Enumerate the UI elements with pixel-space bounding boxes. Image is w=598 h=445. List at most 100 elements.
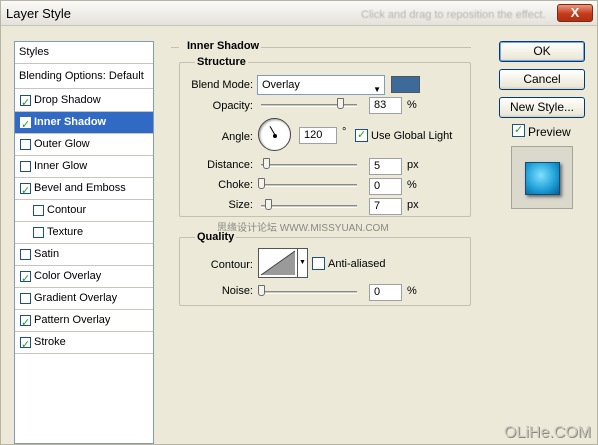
opacity-slider-thumb[interactable] — [336, 98, 344, 109]
style-item-label: Bevel and Emboss — [34, 182, 126, 194]
distance-slider-track[interactable] — [261, 164, 357, 167]
noise-slider-thumb[interactable] — [258, 285, 265, 296]
styles-header[interactable]: Styles — [15, 42, 153, 64]
style-item-pattern-overlay[interactable]: Pattern Overlay — [15, 310, 153, 334]
angle-dial[interactable] — [258, 118, 291, 151]
style-item-label: Outer Glow — [34, 138, 90, 150]
panel-title-line-left — [171, 47, 179, 48]
distance-value: 5 — [374, 160, 381, 172]
preview-thumbnail — [525, 162, 560, 195]
style-item-checkbox[interactable] — [20, 335, 31, 356]
styles-list: Styles Blending Options: Default Drop Sh… — [14, 41, 154, 444]
style-item-checkbox[interactable] — [33, 205, 44, 216]
noise-unit: % — [407, 285, 417, 297]
distance-label: Distance: — [207, 159, 253, 171]
close-icon: X — [570, 5, 580, 20]
style-item-checkbox[interactable] — [20, 181, 31, 202]
new-style-button[interactable]: New Style... — [499, 97, 585, 118]
style-item-checkbox[interactable] — [20, 293, 31, 304]
ok-button[interactable]: OK — [499, 41, 585, 62]
style-item-checkbox[interactable] — [20, 313, 31, 334]
blend-mode-label: Blend Mode: — [191, 79, 253, 91]
opacity-label: Opacity: — [212, 100, 253, 112]
distance-slider-thumb[interactable] — [263, 158, 270, 169]
noise-value: 0 — [374, 286, 381, 298]
shadow-color-swatch[interactable] — [391, 76, 420, 93]
size-value: 7 — [374, 200, 381, 212]
panel-title-line-right — [261, 47, 471, 48]
blend-mode-select[interactable]: Overlay ▼ — [257, 75, 385, 95]
style-item-drop-shadow[interactable]: Drop Shadow — [15, 90, 153, 114]
style-item-texture[interactable]: Texture — [15, 222, 153, 244]
style-item-label: Contour — [47, 204, 87, 216]
quality-title: Quality — [195, 231, 237, 243]
angle-dial-center — [273, 134, 277, 138]
choke-slider-track[interactable] — [261, 184, 357, 187]
dialog-title: Layer Style — [6, 6, 72, 21]
opacity-value: 83 — [374, 99, 387, 111]
size-slider-track[interactable] — [261, 205, 357, 208]
choke-input[interactable]: 0 — [369, 178, 402, 195]
style-item-label: Drop Shadow — [34, 94, 101, 106]
styles-header-label: Styles — [19, 46, 49, 58]
preview-label: Preview — [528, 125, 571, 139]
style-item-label: Pattern Overlay — [34, 314, 111, 326]
choke-unit: % — [407, 179, 417, 191]
watermark-text: 思缘设计论坛 WWW.MISSYUAN.COM — [217, 223, 389, 234]
style-item-outer-glow[interactable]: Outer Glow — [15, 134, 153, 156]
angle-label: Angle: — [221, 131, 253, 143]
style-item-contour[interactable]: Contour — [15, 200, 153, 222]
style-item-label: Stroke — [34, 336, 66, 348]
style-item-checkbox[interactable] — [33, 227, 44, 238]
style-item-satin[interactable]: Satin — [15, 244, 153, 266]
chevron-down-icon: ▼ — [299, 259, 306, 266]
noise-slider-track[interactable] — [261, 291, 357, 294]
title-bar[interactable]: Layer Style Click and drag to reposition… — [1, 1, 597, 26]
style-item-gradient-overlay[interactable]: Gradient Overlay — [15, 288, 153, 310]
style-item-checkbox[interactable] — [20, 249, 31, 260]
size-unit: px — [407, 199, 419, 211]
noise-input[interactable]: 0 — [369, 284, 402, 301]
size-slider-thumb[interactable] — [265, 199, 272, 210]
style-preview — [511, 146, 573, 209]
use-global-light-checkbox[interactable] — [355, 128, 368, 142]
style-item-label: Inner Glow — [34, 160, 88, 172]
style-item-label: Inner Shadow — [34, 116, 107, 128]
cancel-button[interactable]: Cancel — [499, 69, 585, 90]
style-item-checkbox[interactable] — [20, 115, 31, 136]
blending-options-label: Blending Options: Default — [19, 70, 144, 82]
style-item-inner-shadow[interactable]: Inner Shadow — [15, 112, 153, 136]
style-item-checkbox[interactable] — [20, 139, 31, 150]
style-item-label: Color Overlay — [34, 270, 102, 282]
structure-title: Structure — [195, 56, 248, 68]
style-item-checkbox[interactable] — [20, 93, 31, 114]
contour-dropdown[interactable]: ▼ — [298, 248, 308, 278]
blurred-hint-text: Click and drag to reposition the effect. — [361, 9, 546, 21]
choke-value: 0 — [374, 180, 381, 192]
anti-aliased-label: Anti-aliased — [328, 258, 386, 270]
close-button[interactable]: X — [557, 4, 593, 22]
noise-label: Noise: — [221, 285, 253, 297]
style-item-stroke[interactable]: Stroke — [15, 332, 153, 356]
choke-slider-thumb[interactable] — [258, 178, 265, 189]
preview-checkbox[interactable] — [512, 123, 525, 137]
opacity-input[interactable]: 83 — [369, 97, 402, 114]
opacity-unit: % — [407, 99, 417, 111]
style-item-checkbox[interactable] — [20, 269, 31, 290]
use-global-light-label: Use Global Light — [371, 130, 453, 142]
style-item-checkbox[interactable] — [20, 161, 31, 172]
blend-mode-value: Overlay — [262, 79, 300, 91]
distance-input[interactable]: 5 — [369, 158, 402, 175]
blending-options-item[interactable]: Blending Options: Default — [15, 66, 153, 89]
angle-input[interactable]: 120 — [299, 127, 337, 144]
contour-label: Contour: — [210, 259, 253, 271]
size-input[interactable]: 7 — [369, 198, 402, 215]
style-item-inner-glow[interactable]: Inner Glow — [15, 156, 153, 178]
style-item-bevel-and-emboss[interactable]: Bevel and Emboss — [15, 178, 153, 202]
angle-unit: ° — [342, 126, 347, 138]
style-item-label: Gradient Overlay — [34, 292, 118, 304]
anti-aliased-checkbox[interactable] — [312, 257, 325, 270]
corner-watermark: OLiHe.COM — [503, 424, 591, 441]
style-item-color-overlay[interactable]: Color Overlay — [15, 266, 153, 290]
contour-preview[interactable] — [258, 248, 298, 278]
